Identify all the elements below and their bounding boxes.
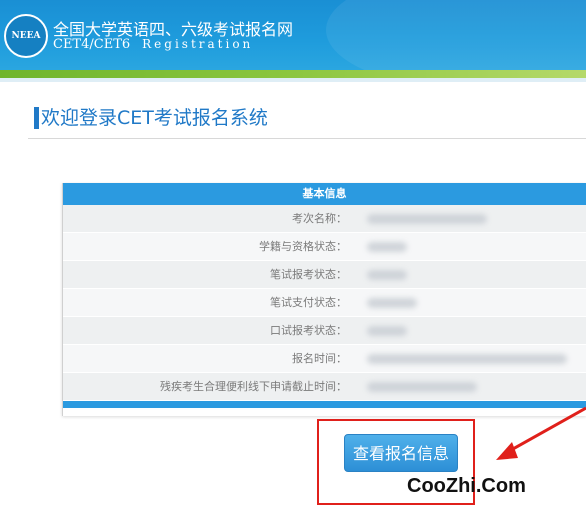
row-label: 学籍与资格状态： (259, 240, 347, 253)
watermark: CooZhi.Com (407, 475, 526, 497)
row-value-blurred (353, 317, 586, 344)
row-label: 口试报考状态： (270, 324, 347, 337)
title-divider (28, 138, 586, 139)
table-rows: 考次名称： 学籍与资格状态： 笔试报考状态： 笔试支付状态： 口试报考状态： 报名时间： 残… (63, 205, 586, 401)
annotation-arrow (496, 406, 586, 460)
page-title: 欢迎登录CET考试报名系统 (34, 107, 268, 129)
site-header: NEEA 全国大学英语四、六级考试报名网 CET4/CET6 Registrati… (0, 0, 586, 70)
table-row: 笔试支付状态： (63, 289, 586, 317)
redacted-value (367, 270, 407, 280)
header-light-band (0, 78, 586, 82)
table-heading: 基本信息 (63, 183, 586, 205)
arrow-shaft (503, 406, 586, 456)
neea-logo[interactable]: NEEA (4, 14, 48, 58)
row-value-blurred (353, 289, 586, 316)
row-value-blurred (353, 345, 586, 372)
table-row: 考次名称： (63, 205, 586, 233)
row-value-blurred (353, 233, 586, 260)
redacted-value (367, 326, 407, 336)
row-value-blurred (353, 261, 586, 288)
row-value-blurred (353, 205, 586, 232)
row-label: 残疾考生合理便利线下申请截止时间： (160, 380, 347, 393)
redacted-value (367, 298, 417, 308)
table-row: 报名时间： (63, 345, 586, 373)
redacted-value (367, 382, 477, 392)
site-name-cet: CET4/CET6 (53, 37, 131, 52)
redacted-value (367, 354, 567, 364)
row-label: 笔试报考状态： (270, 268, 347, 281)
row-value-blurred (353, 373, 586, 400)
basic-info-table: 基本信息 考次名称： 学籍与资格状态： 笔试报考状态： 笔试支付状态： 口试报考状态： 报… (62, 183, 586, 416)
header-green-band (0, 70, 586, 78)
row-label: 考次名称： (292, 212, 347, 225)
redacted-value (367, 242, 407, 252)
logo-text: NEEA (11, 31, 41, 41)
header-decoration (326, 0, 586, 70)
table-row: 残疾考生合理便利线下申请截止时间： (63, 373, 586, 401)
site-name-registration: Registration (142, 37, 254, 51)
table-row: 口试报考状态： (63, 317, 586, 345)
row-label: 报名时间： (292, 352, 347, 365)
arrow-head (496, 442, 518, 460)
row-label: 笔试支付状态： (270, 296, 347, 309)
table-row: 笔试报考状态： (63, 261, 586, 289)
site-name-en: CET4/CET6 Registration (53, 37, 253, 52)
redacted-value (367, 214, 487, 224)
table-row: 学籍与资格状态： (63, 233, 586, 261)
